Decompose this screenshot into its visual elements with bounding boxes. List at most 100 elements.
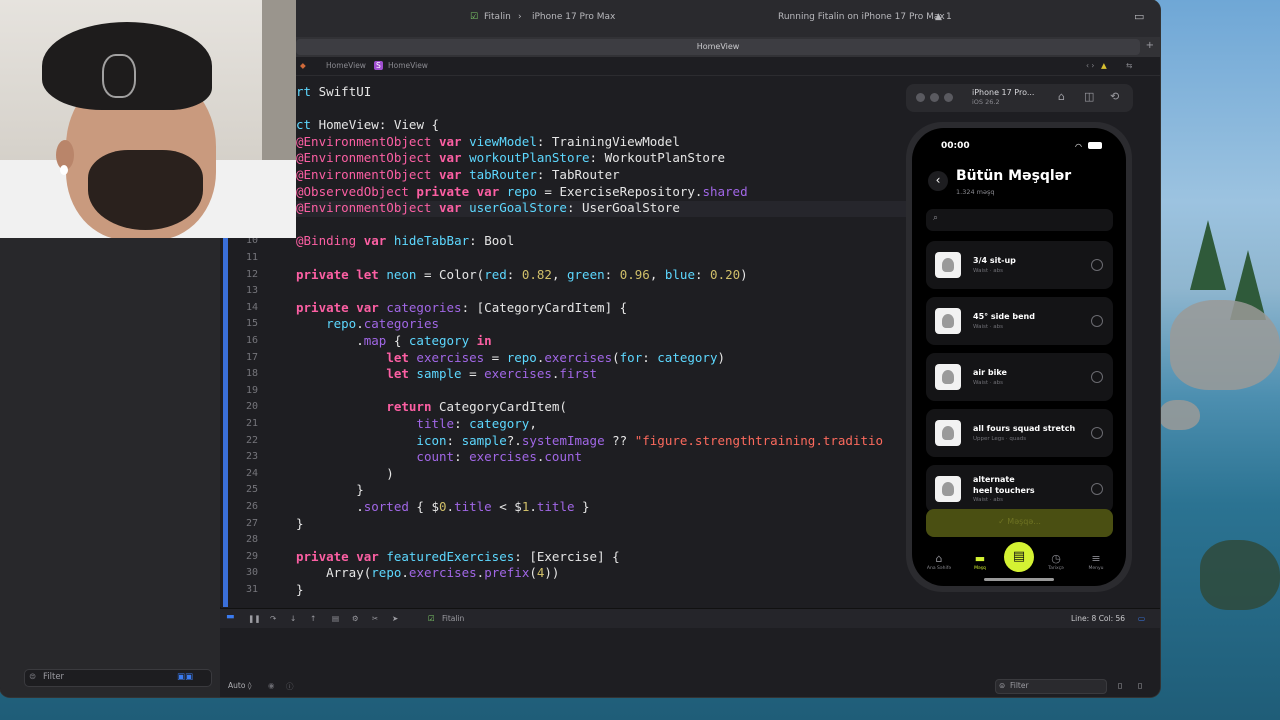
exercise-name: alternate heel touchers xyxy=(973,475,1035,495)
memory-graph-icon[interactable]: ⚙ xyxy=(352,614,359,623)
code-line[interactable]: } xyxy=(296,582,304,598)
view-hierarchy-icon[interactable]: ▤ xyxy=(332,614,339,623)
destination-selector[interactable]: iPhone 17 Pro Max xyxy=(532,12,615,22)
code-line[interactable]: icon: sample?.systemImage ?? "figure.str… xyxy=(296,433,883,449)
exercise-muscle: Waist · abs xyxy=(973,497,1003,503)
step-in-icon[interactable]: ↓ xyxy=(290,614,296,623)
line-number: 23 xyxy=(245,451,258,463)
tab-label: Menyu xyxy=(1088,566,1104,571)
code-line[interactable]: } xyxy=(296,516,304,532)
code-editor[interactable]: rt SwiftUI ct HomeView: View {@Environmen… xyxy=(296,80,906,607)
screenshot-icon[interactable]: ◫ xyxy=(1084,90,1094,103)
code-line[interactable]: title: category, xyxy=(296,416,536,432)
select-radio[interactable] xyxy=(1091,259,1103,271)
pause-icon[interactable]: ❚❚ xyxy=(248,614,261,623)
exercise-item[interactable]: 3/4 sit-up Waist · abs xyxy=(926,241,1113,289)
filter-icon: ⊜ xyxy=(29,672,37,682)
search-input[interactable]: ⌕ xyxy=(926,209,1113,231)
code-line[interactable]: let sample = exercises.first xyxy=(296,366,597,382)
code-line[interactable]: @Binding var hideTabBar: Bool xyxy=(296,233,514,249)
location-icon[interactable]: ➤ xyxy=(392,614,398,623)
home-icon[interactable]: ⌂ xyxy=(1058,90,1065,103)
navigator-filter-field[interactable]: ⊜ Filter ▣▣ xyxy=(24,669,212,687)
line-number: 30 xyxy=(245,567,258,579)
code-line[interactable]: @ObservedObject private var repo = Exerc… xyxy=(296,184,748,200)
swift-file-icon: ◆ xyxy=(300,61,306,70)
exercise-item[interactable]: all fours squad stretch Upper Legs · qua… xyxy=(926,409,1113,457)
clear-console-icon[interactable]: ▯ xyxy=(1138,681,1142,690)
history-icon: ◷ xyxy=(1051,552,1061,565)
select-radio[interactable] xyxy=(1091,483,1103,495)
back-button[interactable]: ‹ xyxy=(928,171,948,191)
warning-icon[interactable]: ▲ xyxy=(935,12,942,22)
tab-homeview[interactable]: HomeView xyxy=(296,39,1140,55)
code-line[interactable]: .sorted { $0.title < $1.title } xyxy=(296,499,589,515)
inspector-toggle-icon[interactable]: ▭ xyxy=(1134,10,1144,23)
code-line[interactable]: @EnvironmentObject var viewModel: Traini… xyxy=(296,134,680,150)
rotate-icon[interactable]: ⟲ xyxy=(1110,90,1119,103)
tab-title: HomeView xyxy=(696,42,740,51)
environment-icon[interactable]: ✂ xyxy=(372,614,378,623)
breadcrumb-file[interactable]: HomeView xyxy=(326,61,366,70)
dumbbell-icon: ▬ xyxy=(974,552,986,565)
code-line[interactable]: @EnvironmentObject var userGoalStore: Us… xyxy=(296,200,680,216)
line-number: 31 xyxy=(245,584,258,595)
split-icon[interactable]: ▭ xyxy=(1138,614,1145,623)
exercise-name: 3/4 sit-up xyxy=(973,256,1016,265)
exercise-item[interactable]: 45° side bend Waist · abs xyxy=(926,297,1113,345)
step-over-icon[interactable]: ↷ xyxy=(270,614,276,623)
add-tab-icon[interactable]: + xyxy=(1146,40,1154,51)
code-line[interactable]: } xyxy=(296,482,364,498)
code-line[interactable]: private var categories: [CategoryCardIte… xyxy=(296,300,627,316)
code-line[interactable]: private let neon = Color(red: 0.82, gree… xyxy=(296,267,748,283)
page-title: Bütün Məşqlər xyxy=(956,168,1072,184)
back-forward-icon[interactable]: ‹ › xyxy=(1086,61,1094,70)
tab-home[interactable]: ⌂ Ana Səhifə xyxy=(922,552,956,571)
code-line[interactable]: count: exercises.count xyxy=(296,449,582,465)
debug-target[interactable]: Fitalin xyxy=(442,614,464,623)
code-line[interactable]: @EnvironmentObject var tabRouter: TabRou… xyxy=(296,167,620,183)
code-line[interactable]: repo.categories xyxy=(296,316,439,332)
exercise-muscle: Waist · abs xyxy=(973,324,1003,330)
chevron-right-icon: › xyxy=(518,12,522,22)
line-number: 25 xyxy=(245,484,258,496)
step-out-icon[interactable]: ↑ xyxy=(310,614,316,623)
start-workout-button[interactable]: ✓ Məşqə... xyxy=(926,509,1113,537)
tab-history[interactable]: ◷ Tarixçə xyxy=(1039,552,1073,571)
plan-fab-button[interactable]: ▤ xyxy=(1004,542,1034,572)
code-line[interactable]: .map { category in xyxy=(296,333,492,349)
code-line[interactable]: rt SwiftUI xyxy=(296,84,371,100)
filter-options-icon[interactable]: ▣▣ xyxy=(177,672,193,682)
select-radio[interactable] xyxy=(1091,371,1103,383)
select-radio[interactable] xyxy=(1091,427,1103,439)
split-view-icon[interactable]: ▯ xyxy=(1118,681,1122,690)
toggle-debug-area-icon[interactable]: ▬ xyxy=(226,612,235,622)
info-icon[interactable]: ⓘ xyxy=(286,681,294,692)
exercise-muscle: Waist · abs xyxy=(973,380,1003,386)
code-line[interactable]: private var featuredExercises: [Exercise… xyxy=(296,549,620,565)
code-line[interactable]: @EnvironmentObject var workoutPlanStore:… xyxy=(296,150,725,166)
select-radio[interactable] xyxy=(1091,315,1103,327)
eye-icon[interactable]: ◉ xyxy=(268,681,275,690)
code-line[interactable]: ct HomeView: View { xyxy=(296,117,439,133)
line-number: 26 xyxy=(245,501,258,512)
code-line[interactable]: ) xyxy=(296,466,394,482)
console-filter-field[interactable]: ⊜ Filter xyxy=(995,679,1107,694)
code-line[interactable]: let exercises = repo.exercises(for: cate… xyxy=(296,350,725,366)
code-line[interactable]: Array(repo.exercises.prefix(4)) xyxy=(296,565,559,581)
tab-label: Ana Səhifə xyxy=(926,566,952,571)
issue-icon[interactable]: ▲ xyxy=(1101,61,1107,70)
tab-workout[interactable]: ▬ Məşq xyxy=(963,552,997,571)
exercise-name: 45° side bend xyxy=(973,312,1035,321)
tab-menu[interactable]: ≡ Menyu xyxy=(1079,552,1113,571)
code-line[interactable]: return CategoryCardItem( xyxy=(296,399,567,415)
exercise-item[interactable]: alternate heel touchers Waist · abs xyxy=(926,465,1113,513)
breadcrumb-symbol[interactable]: HomeView xyxy=(388,61,428,70)
variables-mode-selector[interactable]: Auto ◊ xyxy=(228,681,252,690)
related-items-icon[interactable]: ⇆ xyxy=(1126,61,1132,70)
line-number: 21 xyxy=(245,418,258,429)
scheme-selector[interactable]: Fitalin xyxy=(484,12,511,22)
debug-bar: ▬ ❚❚ ↷ ↓ ↑ ▤ ⚙ ✂ ➤ ☑ Fitalin Line: 8 Col… xyxy=(220,608,1160,629)
webcam-person-beard xyxy=(88,150,203,230)
exercise-item[interactable]: air bike Waist · abs xyxy=(926,353,1113,401)
